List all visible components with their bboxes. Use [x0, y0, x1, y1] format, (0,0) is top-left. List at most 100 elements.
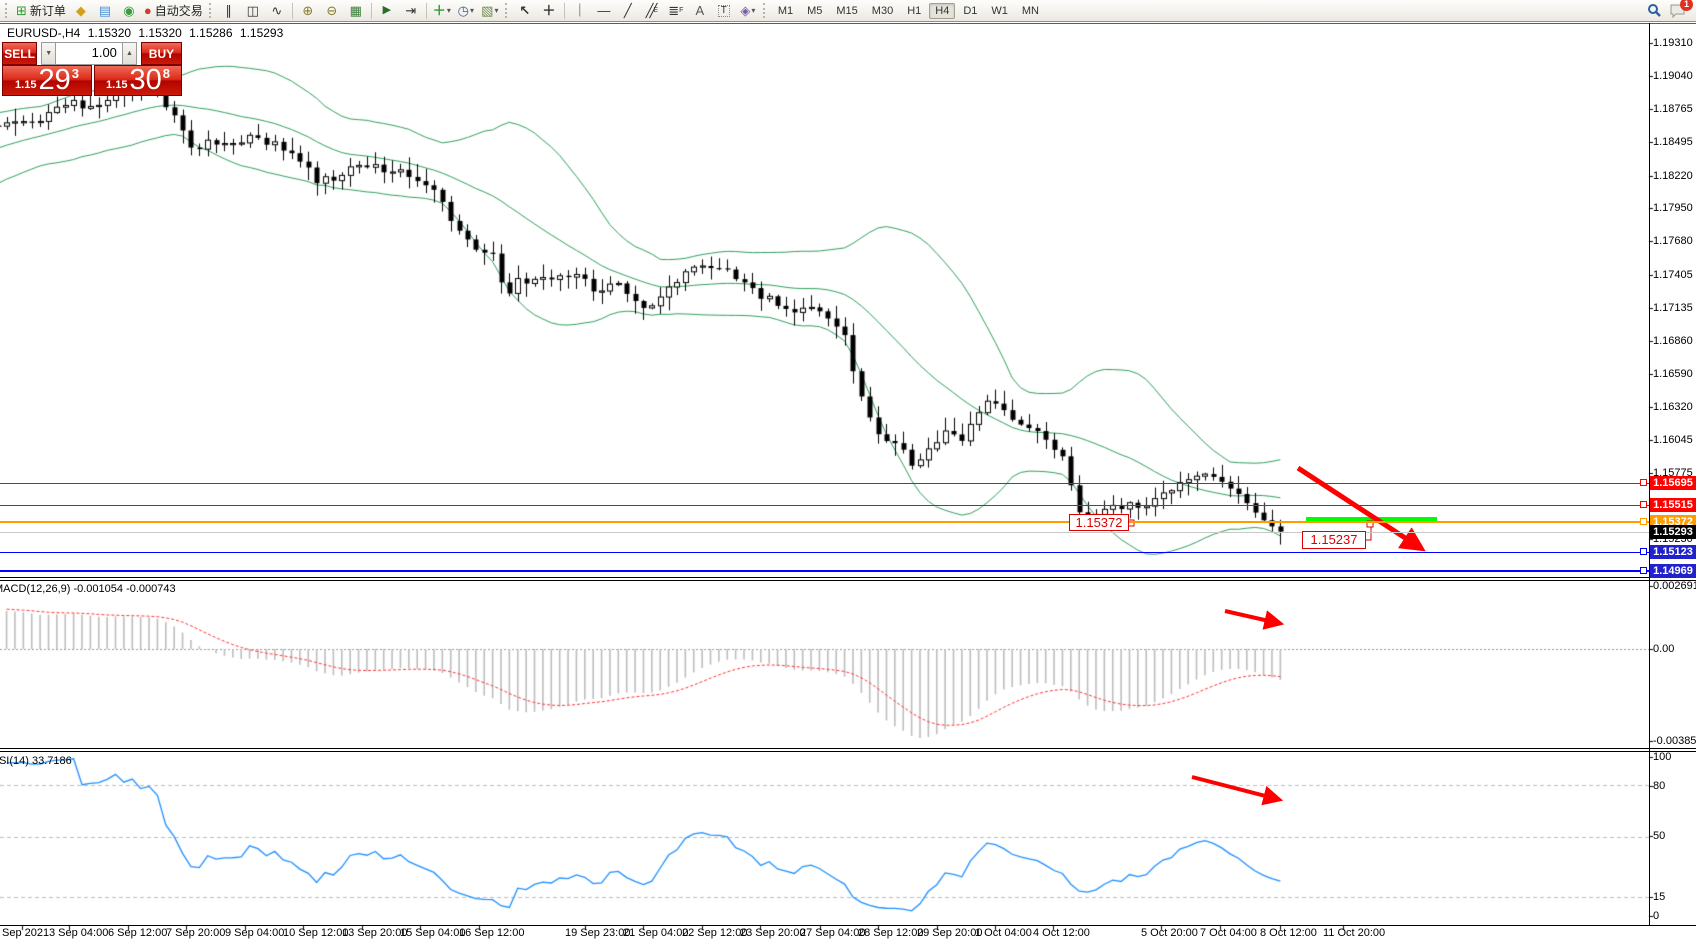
bar-chart-button[interactable]: ∥ [217, 1, 241, 21]
timeframe-d1[interactable]: D1 [957, 3, 983, 19]
new-order-button[interactable]: ⊞ 新订单 [13, 1, 69, 21]
bar-chart-icon: ∥ [226, 4, 233, 17]
timeframe-w1[interactable]: W1 [985, 3, 1014, 19]
signals-button[interactable]: ◉ [117, 1, 141, 21]
history-center-button[interactable]: ▤ [93, 1, 117, 21]
timeframe-m15[interactable]: M15 [830, 3, 863, 19]
vertical-line-icon: ｜ [573, 4, 586, 17]
line-chart-icon: ∿ [271, 4, 282, 17]
new-order-label: 新订单 [30, 2, 66, 19]
tile-windows-button[interactable]: ▦ [344, 1, 368, 21]
zoom-in-button[interactable]: ⊕ [296, 1, 320, 21]
autotrade-icon: ● [144, 4, 152, 17]
timeframe-h4[interactable]: H4 [929, 3, 955, 19]
text-icon: A [695, 4, 704, 17]
cursor-button[interactable]: ↖ [513, 1, 537, 21]
ask-main: 30 [129, 66, 161, 95]
candlestick-chart-button[interactable]: ◫ [241, 1, 265, 21]
sell-button[interactable]: SELL [2, 42, 37, 65]
cursor-icon: ↖ [519, 4, 530, 17]
notifications-button[interactable]: 1 [1666, 1, 1690, 21]
text-button[interactable]: A [688, 1, 712, 21]
timeframe-h1[interactable]: H1 [901, 3, 927, 19]
ask-pip: 8 [163, 66, 170, 81]
toolbar-grip[interactable] [209, 3, 214, 18]
text-label-icon: T [718, 5, 730, 17]
volume-decrease-button[interactable]: ▼ [41, 42, 56, 65]
buy-button[interactable]: BUY [141, 42, 182, 65]
equidistant-channel-button[interactable]: ╱╱E [640, 1, 664, 21]
timeframe-mn[interactable]: MN [1016, 3, 1045, 19]
pane-separator-rsi-top[interactable] [0, 748, 1696, 749]
signal-icon: ◉ [123, 4, 134, 17]
notification-badge: 1 [1680, 0, 1693, 11]
indicators-button[interactable]: ＋▾ [430, 1, 454, 21]
line-chart-button[interactable]: ∿ [265, 1, 289, 21]
symbol-period: EURUSD-,H4 [7, 26, 80, 40]
shapes-icon: ◈ [740, 4, 750, 17]
price-tag-1.15237[interactable]: 1.15237 [1302, 531, 1366, 549]
ask-price-button[interactable]: 1.15 30 8 [94, 65, 182, 96]
rsi-label: RSI(14) 33.7186 [0, 755, 72, 767]
vertical-line-button[interactable]: ｜ [568, 1, 592, 21]
chevron-down-icon: ▾ [470, 6, 474, 15]
chevron-down-icon: ▾ [447, 6, 451, 15]
text-label-button[interactable]: T [712, 1, 736, 21]
bid-main: 29 [38, 66, 70, 95]
ohlc-low: 1.15286 [189, 26, 232, 40]
ohlc-high: 1.15320 [138, 26, 181, 40]
clock-icon: ◷ [458, 4, 469, 17]
periods-button[interactable]: ◷▾ [454, 1, 478, 21]
macd-label: MACD(12,26,9) -0.001054 -0.000743 [0, 583, 176, 595]
volume-increase-button[interactable]: ▲ [122, 42, 137, 65]
auto-scroll-icon: ▶ [383, 5, 391, 16]
pane-separator-macd-bottom[interactable] [0, 580, 1696, 581]
ohlc-open: 1.15320 [88, 26, 131, 40]
ask-prefix: 1.15 [106, 79, 127, 91]
zoom-out-button[interactable]: ⊖ [320, 1, 344, 21]
time-axis-line [0, 925, 1696, 926]
chart-shift-button[interactable]: ⇥ [399, 1, 423, 21]
chart-title: EURUSD-,H4 1.15320 1.15320 1.15286 1.152… [7, 26, 287, 40]
templates-button[interactable]: ▧▾ [478, 1, 502, 21]
timeframe-m1[interactable]: M1 [772, 3, 799, 19]
template-icon: ▧ [481, 4, 493, 17]
crosshair-button[interactable]: ＋ [537, 1, 561, 21]
new-order-icon: ⊞ [16, 4, 27, 17]
horizontal-line-icon: — [597, 4, 610, 17]
zoom-out-icon: ⊖ [326, 4, 337, 17]
funnel-icon: ◆ [76, 4, 86, 17]
main-toolbar: ⊞ 新订单 ◆ ▤ ◉ ● 自动交易 ∥ ◫ ∿ ⊕ ⊖ ▦ ▶ ⇥ ＋▾ ◷▾… [0, 0, 1696, 22]
chevron-down-icon: ▾ [751, 6, 755, 15]
volume-input[interactable]: 1.00 [56, 42, 122, 65]
autotrade-button[interactable]: ● 自动交易 [141, 1, 206, 21]
candlestick-icon: ◫ [247, 4, 259, 17]
tile-windows-icon: ▦ [350, 4, 362, 17]
market-watch-button[interactable]: ◆ [69, 1, 93, 21]
search-button[interactable] [1642, 1, 1666, 21]
auto-scroll-button[interactable]: ▶ [375, 1, 399, 21]
volume-spinner: ▼ 1.00 ▲ [41, 42, 137, 65]
chart-canvas[interactable] [0, 0, 1696, 940]
price-axis-line [1649, 23, 1650, 925]
bid-pip: 3 [72, 66, 79, 81]
pane-separator-macd-top[interactable] [0, 577, 1696, 578]
toolbar-grip[interactable] [763, 3, 768, 18]
timeframe-m5[interactable]: M5 [801, 3, 828, 19]
toolbar-grip[interactable] [5, 3, 10, 18]
one-click-trading-panel: SELL ▼ 1.00 ▲ BUY 1.15 29 3 1.15 30 8 [2, 42, 182, 96]
toolbar-grip[interactable] [505, 3, 510, 18]
ohlc-close: 1.15293 [240, 26, 283, 40]
pane-separator-rsi-bottom[interactable] [0, 751, 1696, 752]
horizontal-line-button[interactable]: — [592, 1, 616, 21]
indicators-plus-icon: ＋ [433, 4, 446, 17]
trendline-button[interactable]: ╱ [616, 1, 640, 21]
timeframe-m30[interactable]: M30 [866, 3, 899, 19]
chart-top-border [0, 23, 1696, 24]
arrows-button[interactable]: ◈▾ [736, 1, 760, 21]
fibonacci-icon: ≣ [668, 4, 679, 17]
bid-price-button[interactable]: 1.15 29 3 [2, 65, 92, 96]
autotrade-label: 自动交易 [155, 2, 203, 19]
price-tag-1.15372[interactable]: 1.15372 [1069, 514, 1129, 531]
fibonacci-button[interactable]: ≣F [664, 1, 688, 21]
